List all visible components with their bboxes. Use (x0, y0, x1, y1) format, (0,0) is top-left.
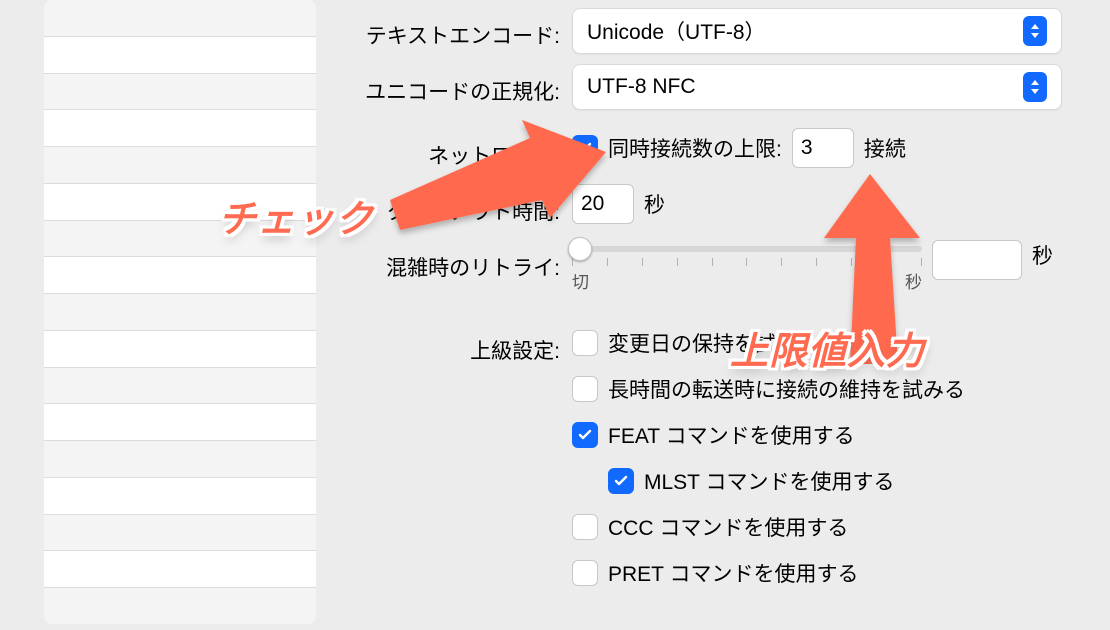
mlst-checkbox[interactable] (608, 468, 634, 494)
text-encoding-select[interactable]: Unicode（UTF-8） (572, 8, 1062, 54)
list-item[interactable] (44, 184, 316, 221)
pret-checkbox[interactable] (572, 560, 598, 586)
list-item[interactable] (44, 257, 316, 294)
normalization-select[interactable]: UTF-8 NFC (572, 64, 1062, 110)
settings-form: テキストエンコード: Unicode（UTF-8） ユニコードの正規化: UTF… (332, 0, 1110, 630)
preserve-mtime-label: 変更日の保持を試みる (608, 328, 818, 358)
pret-label: PRET コマンドを使用する (608, 558, 858, 588)
list-item[interactable] (44, 441, 316, 478)
ccc-label: CCC コマンドを使用する (608, 512, 848, 542)
connection-limit-checkbox[interactable] (572, 135, 598, 161)
text-encoding-label: テキストエンコード: (332, 8, 572, 50)
sidebar-source-list[interactable] (44, 0, 316, 624)
timeout-input[interactable]: 20 (572, 184, 634, 224)
timeout-unit: 秒 (644, 189, 665, 219)
connection-limit-input[interactable]: 3 (792, 128, 854, 168)
chevron-up-down-icon (1023, 16, 1047, 46)
list-item[interactable] (44, 147, 316, 184)
keepalive-label: 長時間の転送時に接続の維持を試みる (608, 374, 965, 404)
list-item[interactable] (44, 37, 316, 74)
checkmark-icon (613, 473, 629, 489)
retry-input[interactable] (932, 240, 1022, 280)
retry-label: 混雑時のリトライ: (332, 240, 572, 282)
connection-limit-unit: 接続 (864, 133, 906, 163)
advanced-label: 上級設定: (332, 323, 572, 365)
text-encoding-value: Unicode（UTF-8） (587, 16, 766, 46)
network-label: ネットワーク: (332, 128, 572, 170)
list-item[interactable] (44, 404, 316, 441)
checkmark-icon (577, 140, 593, 156)
list-item[interactable] (44, 551, 316, 588)
feat-label: FEAT コマンドを使用する (608, 420, 855, 450)
list-item[interactable] (44, 588, 316, 624)
list-item[interactable] (44, 74, 316, 111)
normalization-value: UTF-8 NFC (587, 75, 696, 99)
retry-min-label: 切 (572, 268, 589, 293)
normalization-label: ユニコードの正規化: (332, 64, 572, 106)
connection-limit-label: 同時接続数の上限: (608, 133, 782, 163)
retry-max-label: 秒 (905, 268, 922, 293)
list-item[interactable] (44, 110, 316, 147)
retry-unit: 秒 (1032, 240, 1053, 270)
checkmark-icon (577, 427, 593, 443)
list-item[interactable] (44, 221, 316, 258)
list-item[interactable] (44, 368, 316, 405)
ccc-checkbox[interactable] (572, 514, 598, 540)
list-item[interactable] (44, 0, 316, 37)
retry-slider[interactable]: 切 秒 (572, 246, 922, 293)
feat-checkbox[interactable] (572, 422, 598, 448)
sidebar (0, 0, 332, 630)
timeout-label: タイムアウト時間: (332, 184, 572, 226)
list-item[interactable] (44, 331, 316, 368)
keepalive-checkbox[interactable] (572, 376, 598, 402)
mlst-label: MLST コマンドを使用する (644, 466, 894, 496)
preserve-mtime-checkbox[interactable] (572, 330, 598, 356)
list-item[interactable] (44, 515, 316, 552)
list-item[interactable] (44, 294, 316, 331)
chevron-up-down-icon (1023, 72, 1047, 102)
list-item[interactable] (44, 478, 316, 515)
